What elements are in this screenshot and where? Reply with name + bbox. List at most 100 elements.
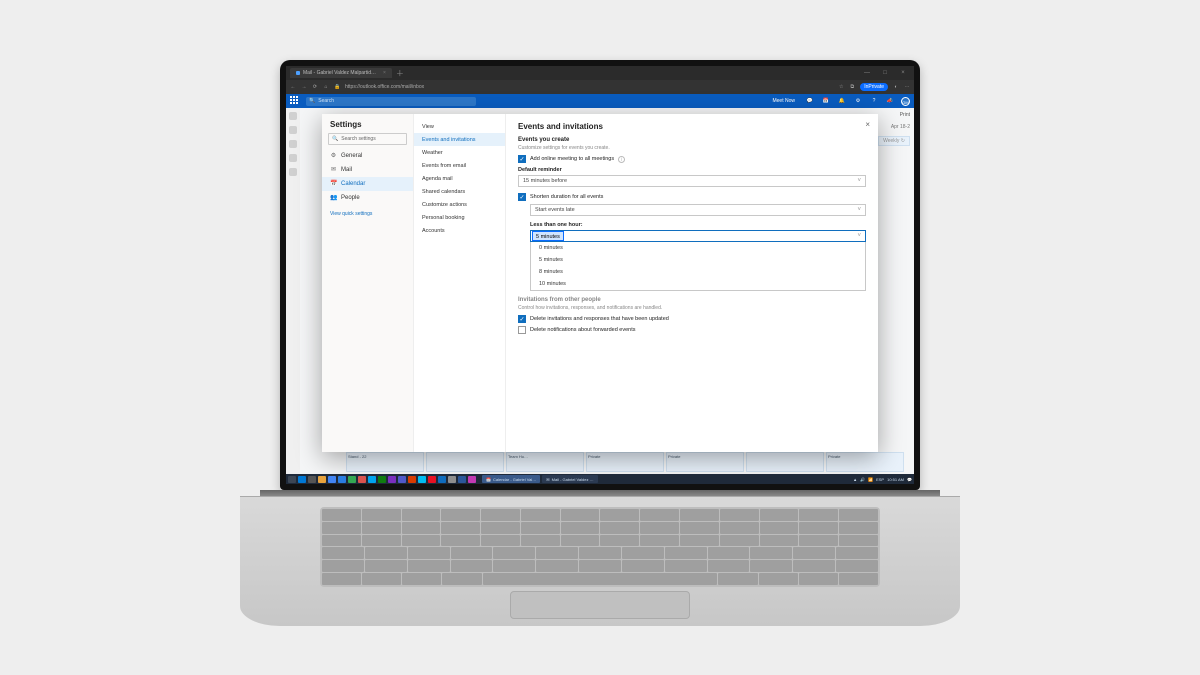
section-events-you-create: Events you create xyxy=(518,137,866,143)
subnav-weather[interactable]: Weather xyxy=(414,146,505,159)
url-text[interactable]: https://outlook.office.com/mail/inbox xyxy=(345,84,424,90)
checkbox-delete-forwarded[interactable]: Delete notifications about forwarded eve… xyxy=(518,326,866,334)
help-icon[interactable]: ? xyxy=(869,98,879,104)
taskbar-app-icon[interactable] xyxy=(448,476,456,483)
select-default-reminder[interactable]: 15 minutes before ˅ xyxy=(518,175,866,187)
taskbar-app-icon[interactable] xyxy=(468,476,476,483)
forward-icon[interactable]: → xyxy=(301,84,307,90)
taskbar-app-icon[interactable] xyxy=(298,476,306,483)
settings-nav-calendar[interactable]: 📅Calendar xyxy=(322,177,413,191)
start-button[interactable] xyxy=(288,476,296,483)
settings-nav-general[interactable]: ⚙General xyxy=(322,149,413,163)
rail-todo-icon[interactable] xyxy=(289,168,297,176)
rail-calendar-icon[interactable] xyxy=(289,126,297,134)
tray-language[interactable]: ESP xyxy=(876,477,884,482)
taskbar-window[interactable]: ✉Mail - Gabriel Valdez … xyxy=(542,475,597,483)
print-button[interactable]: Print xyxy=(900,112,910,118)
refresh-icon[interactable]: ⟳ xyxy=(312,84,318,90)
view-weekly-button[interactable]: Weekly ↻ xyxy=(878,136,910,146)
taskbar-app-icon[interactable] xyxy=(428,476,436,483)
taskbar-app-icon[interactable] xyxy=(418,476,426,483)
subnav-events-and-invitations[interactable]: Events and invitations xyxy=(414,133,505,146)
taskbar-app-icon[interactable] xyxy=(438,476,446,483)
settings-search-input[interactable]: 🔍 Search settings xyxy=(328,133,407,145)
dropdown-option[interactable]: 10 minutes xyxy=(531,278,865,290)
home-icon[interactable]: ⌂ xyxy=(323,84,329,90)
settings-nav-mail[interactable]: ✉Mail xyxy=(322,163,413,177)
taskbar-app-icon[interactable] xyxy=(398,476,406,483)
taskbar-app-icon[interactable] xyxy=(328,476,336,483)
taskbar-app-icon[interactable] xyxy=(308,476,316,483)
calendar-event[interactable] xyxy=(746,452,824,472)
taskbar-app-icon[interactable] xyxy=(348,476,356,483)
section-hint: Control how invitations, responses, and … xyxy=(518,305,866,311)
people-icon: 👥 xyxy=(330,195,337,202)
checkbox-add-online-meeting[interactable]: ✓ Add online meeting to all meetings i xyxy=(518,155,866,163)
label-less-than-hour: Less than one hour: xyxy=(530,222,866,228)
calendar-icon[interactable]: 📅 xyxy=(821,98,831,104)
taskbar-app-icon[interactable] xyxy=(388,476,396,483)
window-minimize-button[interactable]: — xyxy=(860,70,874,76)
laptop-keyboard xyxy=(320,507,880,587)
calendar-event[interactable]: Private xyxy=(826,452,904,472)
outlook-search-box[interactable]: 🔍 Search xyxy=(306,97,476,106)
checkbox-icon: ✓ xyxy=(518,193,526,201)
profile-icon[interactable]: ◐ xyxy=(893,84,899,90)
select-less-than-hour[interactable]: 5 minutes ˅ xyxy=(530,230,866,242)
dropdown-option[interactable]: 8 minutes xyxy=(531,266,865,278)
system-tray[interactable]: ▲🔊📶 ESP 10:51 AM 💬 xyxy=(853,477,912,482)
checkbox-shorten-duration[interactable]: ✓ Shorten duration for all events xyxy=(518,193,866,201)
settings-icon[interactable]: ⚙ xyxy=(853,98,863,104)
taskbar-app-icon[interactable] xyxy=(378,476,386,483)
subnav-personal-booking[interactable]: Personal booking xyxy=(414,211,505,224)
dialog-close-button[interactable]: × xyxy=(865,120,870,129)
rail-files-icon[interactable] xyxy=(289,154,297,162)
subnav-events-from-email[interactable]: Events from email xyxy=(414,159,505,172)
info-icon[interactable]: i xyxy=(618,156,625,163)
taskbar-app-icon[interactable] xyxy=(368,476,376,483)
more-icon[interactable]: ⋯ xyxy=(904,84,910,90)
meet-now-button[interactable]: Meet Now xyxy=(772,98,795,104)
app-launcher-icon[interactable] xyxy=(290,96,300,106)
browser-tab[interactable]: Mail - Gabriel Valdez Malpartid… × xyxy=(290,68,392,78)
subnav-shared-calendars[interactable]: Shared calendars xyxy=(414,185,505,198)
subnav-accounts[interactable]: Accounts xyxy=(414,224,505,237)
dropdown-option[interactable]: 5 minutes xyxy=(531,254,865,266)
settings-nav-people[interactable]: 👥People xyxy=(322,191,413,205)
collections-icon[interactable]: ⧉ xyxy=(849,84,855,90)
checkbox-delete-updated[interactable]: ✓ Delete invitations and responses that … xyxy=(518,315,866,323)
new-tab-button[interactable]: ＋ xyxy=(396,68,404,79)
view-quick-settings-link[interactable]: View quick settings xyxy=(322,205,413,223)
action-center-icon[interactable]: 💬 xyxy=(907,477,912,482)
calendar-event[interactable] xyxy=(426,452,504,472)
calendar-event[interactable]: Team Hu… xyxy=(506,452,584,472)
subnav-customize-actions[interactable]: Customize actions xyxy=(414,198,505,211)
tab-close-icon[interactable]: × xyxy=(383,70,386,76)
rail-mail-icon[interactable] xyxy=(289,112,297,120)
subnav-view[interactable]: View xyxy=(414,120,505,133)
megaphone-icon[interactable]: 📣 xyxy=(885,98,895,104)
calendar-event[interactable]: Private xyxy=(666,452,744,472)
back-icon[interactable]: ← xyxy=(290,84,296,90)
subnav-agenda-mail[interactable]: Agenda mail xyxy=(414,172,505,185)
window-maximize-button[interactable]: □ xyxy=(878,70,892,76)
tray-clock[interactable]: 10:51 AM xyxy=(887,477,904,482)
calendar-event[interactable]: Stand - 22 xyxy=(346,452,424,472)
account-avatar[interactable]: GM xyxy=(901,97,910,106)
dropdown-option[interactable]: 0 minutes xyxy=(531,242,865,254)
taskbar-app-icon[interactable] xyxy=(408,476,416,483)
select-start-events-late[interactable]: Start events late ˅ xyxy=(530,204,866,216)
taskbar-app-icon[interactable] xyxy=(318,476,326,483)
taskbar-app-icon[interactable] xyxy=(358,476,366,483)
rail-people-icon[interactable] xyxy=(289,140,297,148)
calendar-event[interactable]: Private xyxy=(586,452,664,472)
tab-title: Mail - Gabriel Valdez Malpartid… xyxy=(303,70,376,76)
taskbar-app-icon[interactable] xyxy=(458,476,466,483)
teams-icon[interactable]: 💬 xyxy=(805,98,815,104)
notifications-icon[interactable]: 🔔 xyxy=(837,98,847,104)
settings-title: Settings xyxy=(322,114,413,133)
star-icon[interactable]: ☆ xyxy=(838,84,844,90)
window-close-button[interactable]: × xyxy=(896,70,910,76)
taskbar-window[interactable]: 📅Calendar - Gabriel Val… xyxy=(482,475,540,483)
taskbar-app-icon[interactable] xyxy=(338,476,346,483)
